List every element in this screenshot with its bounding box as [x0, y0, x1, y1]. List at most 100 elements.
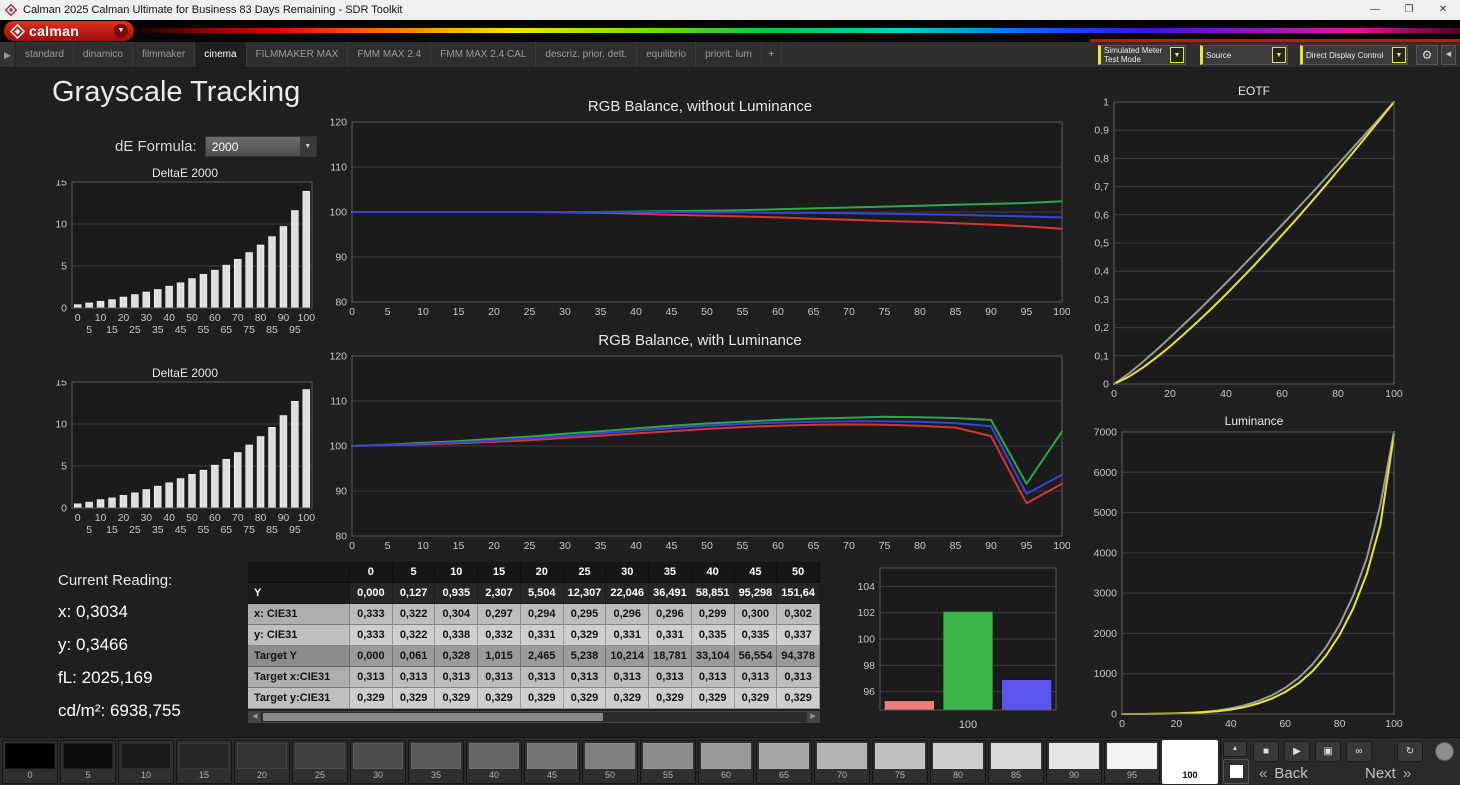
meter-dropdown-text: Simulated Meter Test Mode: [1104, 46, 1169, 64]
patch-label: 100: [1182, 770, 1198, 780]
display-dropdown-chevron-icon[interactable]: ▼: [1392, 47, 1406, 63]
patch-button-75[interactable]: 75: [872, 740, 928, 784]
patch-button-55[interactable]: 55: [640, 740, 696, 784]
patch-button-45[interactable]: 45: [524, 740, 580, 784]
patch-swatch: [701, 743, 751, 769]
tab-priorit-lum[interactable]: priorit. lum: [696, 42, 762, 67]
scroll-left-arrow-icon[interactable]: ◀: [249, 712, 261, 722]
svg-text:30: 30: [140, 312, 152, 324]
patch-button-35[interactable]: 35: [408, 740, 464, 784]
de-formula-select[interactable]: 2000 ▼: [204, 136, 317, 157]
close-button[interactable]: ✕: [1426, 0, 1460, 20]
collapse-panel-icon[interactable]: ◀: [1441, 45, 1456, 65]
pattern-window-icon: [1229, 765, 1243, 778]
cell: 0,331: [649, 625, 692, 646]
patch-button-5[interactable]: 5: [60, 740, 116, 784]
patch-label: 65: [778, 770, 789, 780]
patch-swatch: [643, 743, 693, 769]
table-horizontal-scrollbar[interactable]: ◀ ▶: [248, 711, 820, 723]
svg-text:3000: 3000: [1094, 588, 1118, 600]
cell: 0,322: [392, 625, 436, 646]
scroll-right-arrow-icon[interactable]: ▶: [807, 712, 819, 722]
svg-text:0: 0: [75, 512, 81, 524]
patch-button-60[interactable]: 60: [698, 740, 754, 784]
patch-strip: 0 5 10 15 20 25 30 35 40 45 50 55 60 65 70 75 80 85 90 95 10…: [2, 740, 1218, 784]
cell: 0,313: [350, 667, 393, 688]
settings-gear-icon[interactable]: ⚙: [1416, 45, 1438, 65]
simulated-meter-dropdown[interactable]: Simulated Meter Test Mode ▼: [1098, 45, 1186, 65]
scrollbar-thumb[interactable]: [263, 713, 603, 721]
cell: 1,015: [478, 646, 521, 667]
svg-text:55: 55: [737, 540, 749, 552]
patch-button-90[interactable]: 90: [1046, 740, 1102, 784]
pattern-window-button[interactable]: [1223, 759, 1249, 784]
patch-swatch: [469, 743, 519, 769]
svg-text:40: 40: [1225, 718, 1237, 730]
expand-button[interactable]: ▲: [1223, 741, 1247, 757]
loop-icon[interactable]: ∞: [1346, 741, 1372, 762]
tab-fmm-max-2-4[interactable]: FMM MAX 2.4: [348, 42, 432, 67]
stop-icon[interactable]: ■: [1253, 741, 1279, 762]
svg-text:70: 70: [843, 540, 855, 552]
patch-button-0[interactable]: 0: [2, 740, 58, 784]
cell: 0,329: [649, 688, 692, 709]
tab-filmmaker-max[interactable]: FILMMAKER MAX: [247, 42, 349, 67]
back-button[interactable]: « Back: [1259, 762, 1308, 784]
patch-label: 40: [488, 770, 499, 780]
meter-dropdown-chevron-icon[interactable]: ▼: [1170, 47, 1184, 63]
svg-text:50: 50: [701, 306, 713, 318]
direct-display-control-dropdown[interactable]: Direct Display Control ▼: [1300, 45, 1408, 65]
logo-menu-chevron-icon[interactable]: ▼: [114, 24, 128, 38]
cell: 10: [435, 562, 479, 583]
patch-swatch: [933, 743, 983, 769]
patch-label: 25: [314, 770, 325, 780]
patch-button-15[interactable]: 15: [176, 740, 232, 784]
tab-cinema[interactable]: cinema: [195, 42, 247, 67]
patch-button-40[interactable]: 40: [466, 740, 522, 784]
patch-button-85[interactable]: 85: [988, 740, 1044, 784]
table-row: x: CIE31 0,333 0,322 0,304 0,297 0,294 0,295 0,…: [248, 604, 820, 625]
svg-text:80: 80: [335, 531, 347, 543]
patch-button-70[interactable]: 70: [814, 740, 870, 784]
next-label: Next: [1365, 764, 1396, 782]
current-reading-panel: Current Reading: x: 0,3034 y: 0,3466 fL:…: [58, 572, 181, 727]
patch-button-10[interactable]: 10: [118, 740, 174, 784]
patch-button-50[interactable]: 50: [582, 740, 638, 784]
tab-equilibrio[interactable]: equilibrio: [637, 42, 697, 67]
luminance-chart-title: Luminance: [1224, 414, 1284, 428]
svg-text:100: 100: [1053, 306, 1070, 318]
minimize-button[interactable]: —: [1358, 0, 1392, 20]
status-circle-button[interactable]: [1435, 742, 1454, 761]
patch-button-80[interactable]: 80: [930, 740, 986, 784]
patch-label: 45: [546, 770, 557, 780]
patch-button-65[interactable]: 65: [756, 740, 812, 784]
patch-button-20[interactable]: 20: [234, 740, 290, 784]
next-button[interactable]: Next »: [1365, 762, 1411, 784]
source-dropdown[interactable]: Source ▼: [1200, 45, 1288, 65]
tab-fmm-max-2-4-cal[interactable]: FMM MAX 2.4 CAL: [431, 42, 537, 67]
svg-text:80: 80: [335, 297, 347, 309]
patch-button-95[interactable]: 95: [1104, 740, 1160, 784]
tab-descriz-prior-dett[interactable]: descriz. prior. dett.: [536, 42, 638, 67]
patch-button-30[interactable]: 30: [350, 740, 406, 784]
tab-filmmaker[interactable]: filmmaker: [133, 42, 196, 67]
patch-button-25[interactable]: 25: [292, 740, 348, 784]
tab-dinamico[interactable]: dinamico: [74, 42, 133, 67]
cell: 45: [734, 562, 778, 583]
calman-logo[interactable]: calman ▼: [4, 21, 134, 41]
spectrum-strip: [140, 28, 1460, 33]
current-reading-fl: fL: 2025,169: [58, 668, 153, 687]
tab-scroll-button[interactable]: ▶: [0, 42, 16, 67]
maximize-button[interactable]: ❐: [1392, 0, 1426, 20]
patch-button-100[interactable]: 100: [1162, 740, 1218, 784]
refresh-icon[interactable]: ↻: [1397, 741, 1423, 762]
patch-swatch: [991, 743, 1041, 769]
frame-icon[interactable]: ▣: [1315, 741, 1341, 762]
add-tab-button[interactable]: +: [762, 42, 782, 67]
svg-text:60: 60: [1279, 718, 1291, 730]
svg-text:5000: 5000: [1094, 507, 1118, 519]
calman-diamond-icon: [10, 23, 25, 39]
tab-standard[interactable]: standard: [16, 42, 74, 67]
play-icon[interactable]: ▶: [1284, 741, 1310, 762]
source-dropdown-chevron-icon[interactable]: ▼: [1272, 47, 1286, 63]
